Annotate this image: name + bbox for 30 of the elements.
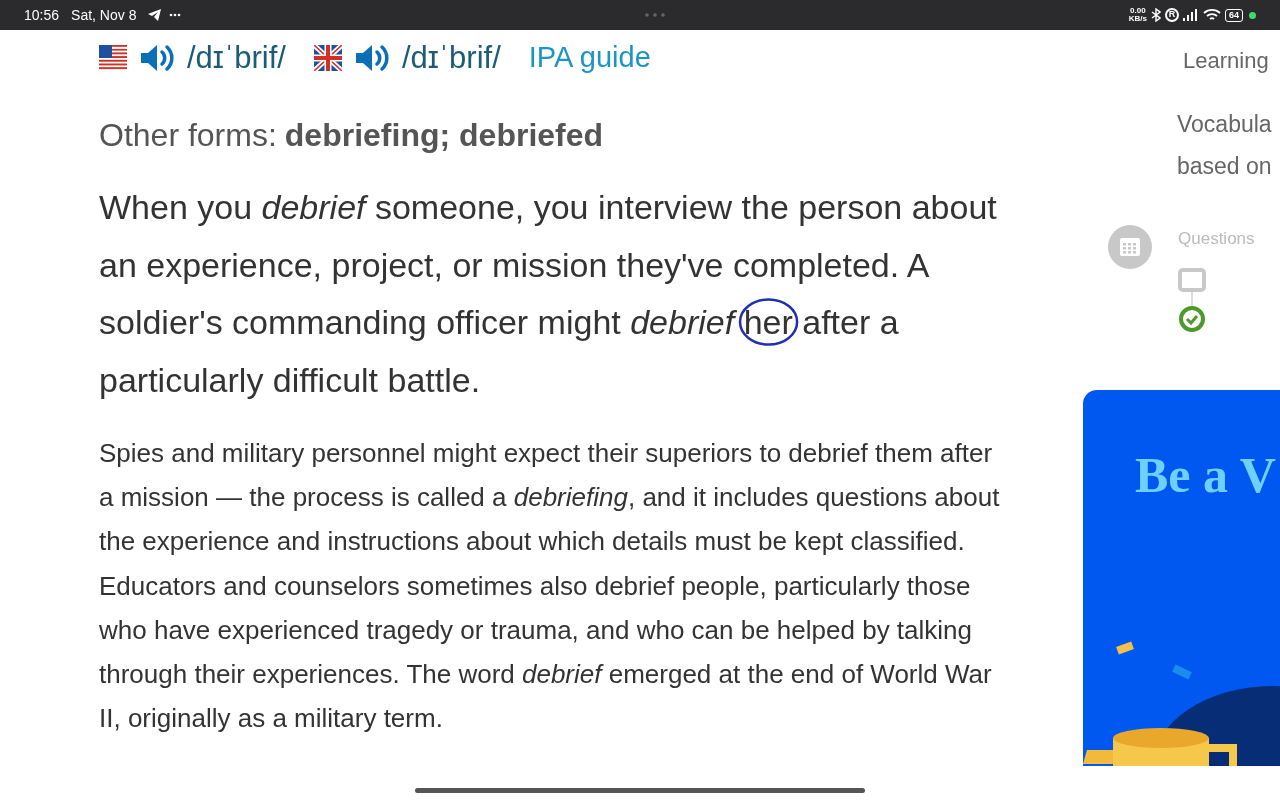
wifi-icon xyxy=(1203,8,1221,22)
us-flag-icon xyxy=(99,45,127,71)
ring-mode-badge: R xyxy=(1165,8,1179,22)
speaker-icon[interactable] xyxy=(353,42,390,74)
short-definition: When you debrief someone, you interview the person about an experience, project, or mission they've completed. A soldier's commanding officer might debrief her after a particularly difficult battle. xyxy=(99,187,998,401)
send-icon xyxy=(148,9,162,21)
other-forms-label: Other forms: xyxy=(99,116,277,155)
bluetooth-icon xyxy=(1151,8,1161,22)
net-unit: KB/s xyxy=(1128,15,1147,23)
sidebar-intro: based on xyxy=(1177,152,1273,181)
uk-flag-icon xyxy=(313,45,342,71)
sidebar-intro: Vocabula xyxy=(1177,110,1273,139)
speaker-icon[interactable] xyxy=(139,42,175,74)
promo-title: Be a V xyxy=(1135,445,1276,505)
ipa-text: /dɪˈbrif/ xyxy=(187,38,286,77)
more-icon xyxy=(169,13,182,17)
handle-icon xyxy=(644,13,667,17)
questions-label: Questions xyxy=(1178,228,1255,250)
ink-circle xyxy=(737,297,799,347)
status-time: 10:56 xyxy=(24,5,60,25)
battery-indicator: 64 xyxy=(1225,8,1243,22)
calendar-icon xyxy=(1108,225,1152,269)
other-forms: debriefing; debriefed xyxy=(284,116,604,155)
ipa-guide-link[interactable]: IPA guide xyxy=(528,36,651,80)
sidebar-heading: Learning xyxy=(1183,47,1270,75)
signal-icon xyxy=(1183,9,1199,21)
ipa-text: /dɪˈbrif/ xyxy=(401,38,501,77)
net-speed: 0.00 xyxy=(1130,7,1146,15)
long-definition: Spies and military personnel might expect their superiors to debrief them after a mission — the process is called a debriefing, and it includes questions about the experience and instructions about which details must be kept classified. Educators and counselors sometimes also debrief people, particularly those who have experienced tragedy or trauma, and who can be helped by talking through their experiences. The word debrief emerged at the end of World War II, originally as a military term. xyxy=(99,437,1001,736)
status-date: Sat, Nov 8 xyxy=(71,5,137,25)
